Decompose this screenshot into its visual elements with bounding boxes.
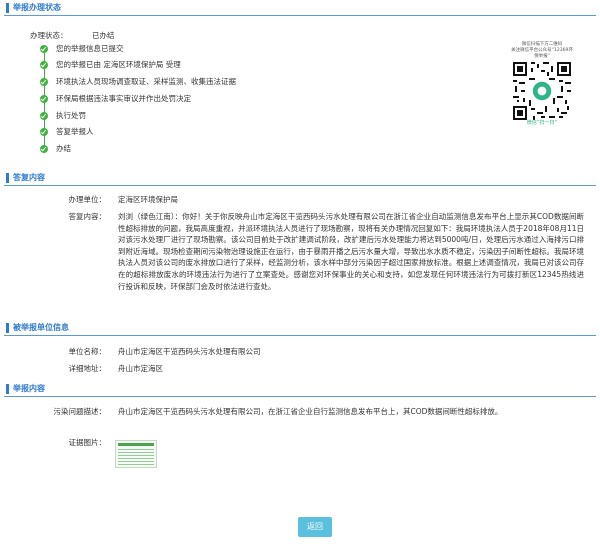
qr-caption: 微信“扫一扫”	[526, 120, 558, 126]
timeline-step: 环境执法人员现场调查取证、采样监测、收集违法证据	[56, 77, 236, 86]
section-header-reply: 答复内容	[4, 172, 596, 186]
check-icon	[40, 112, 48, 120]
check-icon	[40, 145, 48, 153]
section-header-reported: 被举报单位信息	[4, 322, 596, 336]
timeline-step: 答复举报人	[56, 127, 94, 136]
timeline-step: 环保局根据违法事实审议并作出处罚决定	[56, 94, 191, 103]
status-value: 已办结	[92, 31, 115, 40]
report-desc-text: 舟山市定海区干览西码头污水处理有限公司，在浙江省企业自行监测信息发布平台上，其C…	[118, 407, 503, 416]
evidence-image-thumbnail[interactable]	[115, 440, 157, 468]
check-icon	[40, 78, 48, 86]
qr-caption: 关注微信平台公众号“12369环保举报”	[511, 48, 573, 59]
section-title: 举报办理状态	[6, 3, 61, 13]
timeline-step: 执行处罚	[56, 111, 86, 120]
section-title: 被举报单位信息	[6, 323, 69, 333]
reply-content-label: 答复内容：	[68, 212, 107, 221]
check-icon	[40, 61, 48, 69]
qr-code-icon	[513, 62, 571, 120]
back-button[interactable]: 返回	[298, 517, 332, 537]
qr-block: 微信扫描下方二维码 关注微信平台公众号“12369环保举报” 微信“扫一扫”	[510, 42, 574, 127]
status-label: 办理状态：	[30, 31, 68, 40]
section-title: 举报内容	[6, 384, 45, 394]
report-desc-label: 污染问题描述：	[53, 407, 107, 416]
check-icon	[40, 45, 48, 53]
section-header-report: 举报内容	[4, 383, 596, 397]
reply-unit-value: 定海区环境保护局	[118, 195, 178, 204]
section-title: 答复内容	[6, 173, 45, 183]
check-icon	[40, 95, 48, 103]
reply-unit-label: 办理单位：	[68, 195, 107, 204]
report-photo-label: 证据图片：	[68, 438, 107, 447]
reported-addr-value: 舟山市定海区	[118, 364, 163, 373]
timeline-step: 您的举报信息已提交	[56, 44, 124, 53]
timeline-step: 办结	[56, 144, 71, 153]
check-icon	[40, 128, 48, 136]
reply-content-text: 刘浏（绿色江南）：你好！关于你反映舟山市定海区干览西码头污水处理有限公司在浙江省…	[118, 212, 584, 291]
reported-addr-label: 详细地址：	[68, 364, 107, 373]
timeline-step: 您的举报已由 定海区环境保护局 受理	[56, 60, 181, 69]
reported-name-value: 舟山市定海区干览西码头污水处理有限公司	[118, 347, 261, 356]
section-header-status: 举报办理状态	[4, 2, 596, 16]
reported-name-label: 单位名称：	[68, 347, 107, 356]
